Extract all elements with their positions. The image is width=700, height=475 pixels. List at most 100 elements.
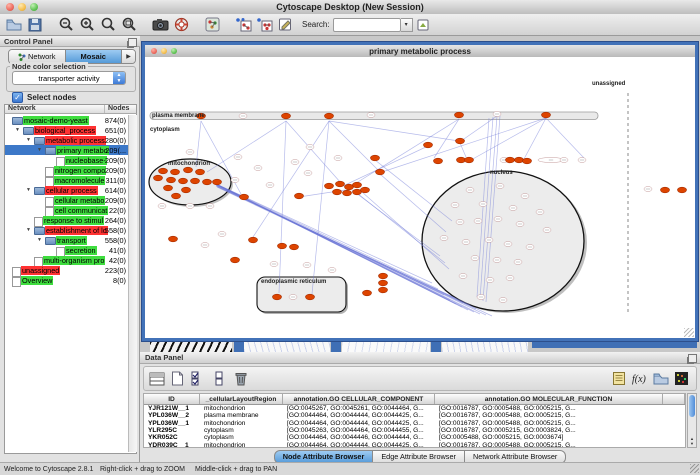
tree-item-cell-communicat[interactable]: cell communicat22(0) xyxy=(5,205,129,215)
graph-node-selected[interactable] xyxy=(164,185,173,191)
table-cell[interactable]: YDR039C__1 xyxy=(144,442,200,448)
tree-expander-icon[interactable]: ▼ xyxy=(15,127,20,133)
search-dropdown-icon[interactable]: ▾ xyxy=(401,18,413,32)
table-cell[interactable]: [GO:0044464, GO:0044446, GO:0044444, G..… xyxy=(283,434,435,441)
graph-node-selected[interactable] xyxy=(196,169,205,175)
import-annotation-icon[interactable] xyxy=(275,16,295,34)
tree-item-secretion[interactable]: secretion41(0) xyxy=(5,245,129,255)
tree-item-transport[interactable]: ▼transport558(0) xyxy=(5,235,129,245)
graph-node-selected[interactable] xyxy=(179,178,188,184)
table-cell[interactable]: [GO:0016787, GO:0005215, GO:0003824, G..… xyxy=(435,427,663,434)
graph-node-selected[interactable] xyxy=(295,193,304,199)
background-window-fragment[interactable] xyxy=(150,341,232,352)
tree-item-metabolic-process[interactable]: ▼metabolic process280(0) xyxy=(5,135,129,145)
attribute-matrix-icon[interactable] xyxy=(672,369,691,388)
view-resize-grip[interactable] xyxy=(684,328,694,337)
table-scrollbar-arrows[interactable]: ▲▼ xyxy=(689,436,695,446)
graph-node-selected[interactable] xyxy=(343,190,352,196)
tree-expander-icon[interactable]: ▼ xyxy=(26,187,31,193)
graph-node-selected[interactable] xyxy=(184,167,193,173)
graph-node-selected[interactable] xyxy=(523,158,532,164)
graph-node-selected[interactable] xyxy=(203,179,212,185)
table-cell[interactable]: [GO:0016787, GO:0005488, GO:0005215, G..… xyxy=(435,405,663,412)
create-attribute-icon[interactable] xyxy=(168,369,187,388)
table-cell[interactable]: YPL036W__2 xyxy=(144,412,200,419)
graph-node-selected[interactable] xyxy=(353,189,362,195)
tree-item-overview[interactable]: Overview8(0) xyxy=(5,275,129,285)
graph-node-selected[interactable] xyxy=(306,294,315,300)
graph-node-selected[interactable] xyxy=(345,184,354,190)
background-window-fragment[interactable] xyxy=(244,341,330,352)
graph-node-selected[interactable] xyxy=(169,236,178,242)
graph-node-selected[interactable] xyxy=(154,175,163,181)
graph-node-selected[interactable] xyxy=(379,280,388,286)
graph-node-selected[interactable] xyxy=(376,169,385,175)
table-cell[interactable]: [GO:0005488, GO:0005215, GO:0003674] xyxy=(435,434,663,441)
tree-item-nitrogen-compo[interactable]: nitrogen compo209(0) xyxy=(5,165,129,175)
graph-node-selected[interactable] xyxy=(361,187,370,193)
table-cell[interactable]: [GO:0044464, GO:0044444, GO:0044425, G..… xyxy=(283,412,435,419)
graph-node-selected[interactable] xyxy=(182,187,191,193)
more-tabs-icon[interactable]: ▶ xyxy=(122,50,135,63)
attribute-table-header[interactable]: ID_cellularLayoutRegionannotation.GO CEL… xyxy=(144,394,685,405)
graph-node-selected[interactable] xyxy=(465,157,474,163)
table-cell[interactable]: cytoplasm xyxy=(200,434,283,441)
graph-node-selected[interactable] xyxy=(249,237,258,243)
attribute-editor-icon[interactable] xyxy=(609,369,628,388)
background-window-fragment[interactable] xyxy=(442,341,528,352)
graph-node-selected[interactable] xyxy=(661,187,670,193)
network-canvas[interactable] xyxy=(145,57,695,338)
zoom-in-icon[interactable] xyxy=(77,16,97,34)
tree-scrollbar[interactable] xyxy=(128,115,137,452)
column-header-id[interactable]: ID xyxy=(144,394,200,404)
network-image-icon[interactable] xyxy=(202,16,222,34)
tree-item-response-to-stimul[interactable]: response to stimul264(0) xyxy=(5,215,129,225)
table-cell[interactable]: mitochondrion xyxy=(200,420,283,427)
tree-item-nucleobase-[interactable]: nucleobase-209(0) xyxy=(5,155,129,165)
table-cell[interactable]: [GO:0016787, GO:0005488, GO:0005215, G..… xyxy=(435,420,663,427)
table-cell[interactable]: cytoplasm xyxy=(200,427,283,434)
save-session-icon[interactable] xyxy=(25,16,45,34)
tree-expander-icon[interactable]: ▼ xyxy=(26,227,31,233)
data-panel-float-icon[interactable] xyxy=(688,354,697,363)
table-cell[interactable]: mitochondrion xyxy=(200,405,283,412)
link-nodes-alt-icon[interactable] xyxy=(254,16,274,34)
column-header-col1[interactable]: _cellularLayoutRegion xyxy=(200,394,283,404)
network-tree-header[interactable]: Network Nodes xyxy=(4,104,137,114)
background-window-fragment[interactable] xyxy=(342,341,430,352)
background-window-edge[interactable] xyxy=(234,341,244,352)
tree-item-primary-metabo[interactable]: ▼primary metabo209(... xyxy=(5,145,129,155)
tree-item-establishment-of-lo[interactable]: ▼establishment of lo558(0) xyxy=(5,225,129,235)
window-titlebar[interactable]: Cytoscape Desktop (New Session) xyxy=(0,0,700,15)
search-input[interactable] xyxy=(333,18,401,32)
graph-node-selected[interactable] xyxy=(363,290,372,296)
table-cell[interactable]: mitochondrion xyxy=(200,442,283,448)
table-scrollbar[interactable]: ▲▼ xyxy=(687,393,697,448)
table-row[interactable]: YLR295Ccytoplasm[GO:0045263, GO:0044464,… xyxy=(144,427,685,434)
graph-node-selected[interactable] xyxy=(456,138,465,144)
import-attributes-icon[interactable] xyxy=(651,369,670,388)
graph-node-selected[interactable] xyxy=(278,243,287,249)
table-row[interactable]: YDR039C__1mitochondrion[GO:0044464, GO:0… xyxy=(144,441,685,448)
configure-search-icon[interactable] xyxy=(413,16,433,34)
combo-stepper-icon[interactable]: ▲▼ xyxy=(113,72,125,84)
graph-node-selected[interactable] xyxy=(282,113,291,119)
table-cell[interactable]: YLR295C xyxy=(144,427,200,434)
graph-node-selected[interactable] xyxy=(191,178,200,184)
table-cell[interactable]: [GO:0016787, GO:0005488, GO:0005215, G..… xyxy=(435,442,663,448)
background-window-edge[interactable] xyxy=(431,341,441,352)
tree-item-mosaic-demo-yeast[interactable]: mosaic-demo-yeast874(0) xyxy=(5,115,129,125)
table-scrollbar-thumb[interactable] xyxy=(689,395,695,417)
graph-node-selected[interactable] xyxy=(325,183,334,189)
table-row[interactable]: YJR121W__1mitochondrion[GO:0045267, GO:0… xyxy=(144,405,685,412)
attribute-table[interactable]: ID_cellularLayoutRegionannotation.GO CEL… xyxy=(143,393,686,448)
table-cell[interactable]: YKR052C xyxy=(144,434,200,441)
tree-item-macromolecule[interactable]: macromolecule311(0) xyxy=(5,175,129,185)
graph-node-selected[interactable] xyxy=(159,168,168,174)
link-nodes-icon[interactable] xyxy=(233,16,253,34)
select-nodes-checkbox[interactable]: ✓ xyxy=(12,92,23,103)
zoom-fit-icon[interactable] xyxy=(98,16,118,34)
table-cell[interactable]: [GO:0045263, GO:0044464, GO:0044455, G..… xyxy=(283,427,435,434)
tree-expander-icon[interactable]: ▼ xyxy=(37,237,42,243)
help-icon[interactable] xyxy=(171,16,191,34)
